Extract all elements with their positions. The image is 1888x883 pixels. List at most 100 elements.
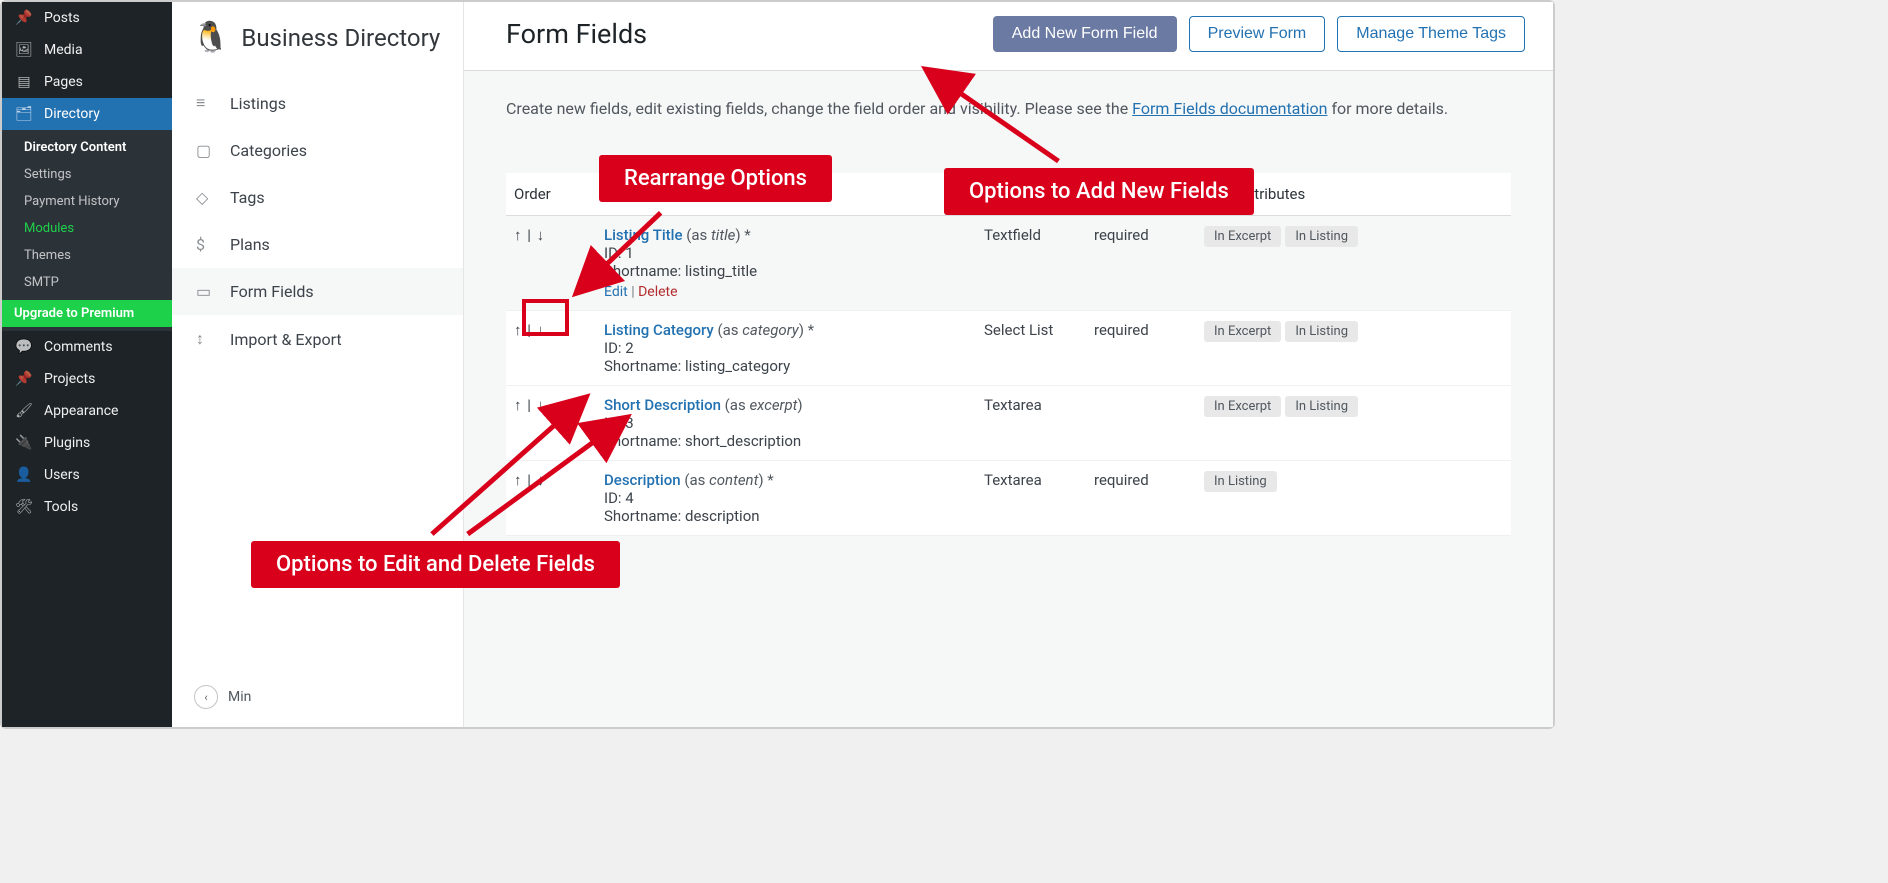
submenu-settings[interactable]: Settings (2, 161, 172, 188)
intro-text: Create new fields, edit existing fields,… (506, 97, 1511, 121)
form-fields-table: Order Label / Association Type Validator… (506, 173, 1511, 536)
attr-badge: In Listing (1285, 396, 1358, 417)
menu-icon: 📌 (14, 371, 34, 387)
submenu-themes[interactable]: Themes (2, 242, 172, 269)
nav-label: Import & Export (230, 330, 342, 349)
nav-icon: ≡ (196, 93, 216, 113)
sidebar-item-label: Comments (44, 339, 113, 355)
nav-icon: ▭ (196, 282, 216, 301)
nav-form-fields[interactable]: ▭Form Fields (172, 268, 463, 315)
order-controls[interactable]: ↑ | ↓ (506, 386, 596, 461)
field-id: ID: 3 (604, 414, 634, 432)
edit-link[interactable]: Edit (604, 284, 628, 300)
sidebar-item-media[interactable]: 🖼 Media (2, 34, 172, 66)
delete-link[interactable]: Delete (638, 284, 677, 300)
submenu-upgrade-to-premium[interactable]: Upgrade to Premium (2, 300, 172, 327)
nav-label: Plans (230, 235, 270, 254)
sidebar-item-projects[interactable]: 📌 Projects (2, 363, 172, 395)
sidebar-item-tools[interactable]: 🛠 Tools (2, 491, 172, 523)
sidebar-item-posts[interactable]: 📌 Posts (2, 2, 172, 34)
form-fields-docs-link[interactable]: Form Fields documentation (1132, 99, 1327, 118)
field-type: Textarea (976, 461, 1086, 536)
order-controls[interactable]: ↑ | ↓ (506, 216, 596, 311)
field-association: (as category) * (717, 321, 814, 339)
field-title-link[interactable]: Description (604, 471, 681, 489)
sidebar-item-comments[interactable]: 💬 Comments (2, 331, 172, 363)
nav-plans[interactable]: $ Plans (172, 221, 463, 268)
main-body: Create new fields, edit existing fields,… (464, 71, 1553, 562)
directory-icon: 🗂 (14, 106, 34, 122)
sidebar-item-directory[interactable]: 🗂 Directory (2, 98, 172, 130)
nav-categories[interactable]: ▢Categories (172, 127, 463, 174)
field-validator: required (1086, 216, 1196, 311)
attr-badge: In Excerpt (1204, 226, 1281, 247)
table-row: ↑ | ↓Listing Category (as category) *ID:… (506, 311, 1511, 386)
submenu-smtp[interactable]: SMTP (2, 269, 172, 296)
plugin-title: Business Directory (241, 24, 440, 52)
order-controls[interactable]: ↑ | ↓ (506, 461, 596, 536)
sidebar-item-label: Users (44, 467, 80, 483)
field-id: ID: 2 (604, 339, 634, 357)
callout-rearrange: Rearrange Options (600, 156, 831, 201)
chevron-left-icon: ‹ (194, 685, 218, 709)
sidebar-item-label: Tools (44, 499, 78, 515)
field-validator (1086, 386, 1196, 461)
submenu-modules[interactable]: Modules (2, 215, 172, 242)
manage-theme-tags-button[interactable]: Manage Theme Tags (1337, 16, 1525, 52)
field-association: (as excerpt) (725, 396, 803, 414)
sidebar-item-label: Projects (44, 371, 95, 387)
nav-label: Categories (230, 141, 307, 160)
sidebar-item-plugins[interactable]: 🔌Plugins (2, 427, 172, 459)
field-label-cell: Short Description (as excerpt) ID: 3Shor… (596, 386, 976, 461)
field-attributes: In ExcerptIn Listing (1196, 386, 1511, 461)
sidebar-item-pages[interactable]: ▤Pages (2, 66, 172, 98)
main-content: Form Fields Add New Form Field Preview F… (464, 2, 1553, 727)
menu-icon: 📌 (14, 10, 34, 26)
sidebar-item-users[interactable]: 👤Users (2, 459, 172, 491)
sidebar-item-appearance[interactable]: 🖌Appearance (2, 395, 172, 427)
field-shortname: Shortname: listing_title (604, 262, 757, 280)
field-title-link[interactable]: Listing Title (604, 226, 683, 244)
field-validator: required (1086, 461, 1196, 536)
field-id: ID: 4 (604, 489, 634, 507)
menu-icon: 💬 (14, 339, 34, 355)
field-label-cell: Listing Category (as category) * ID: 2Sho… (596, 311, 976, 386)
nav-icon: ↕ (196, 329, 216, 349)
field-label-cell: Listing Title (as title) * ID: 1Shortname… (596, 216, 976, 311)
preview-form-button[interactable]: Preview Form (1189, 16, 1326, 52)
col-order: Order (506, 173, 596, 216)
callout-edit-delete: Options to Edit and Delete Fields (252, 542, 619, 587)
attr-badge: In Listing (1285, 321, 1358, 342)
submenu-directory-content[interactable]: Directory Content (2, 134, 172, 161)
sidebar-item-label: Posts (44, 10, 80, 26)
callout-add-new: Options to Add New Fields (945, 169, 1253, 214)
intro-pre: Create new fields, edit existing fields,… (506, 99, 1132, 118)
collapse-menu-button[interactable]: ‹ Min (172, 667, 463, 727)
field-type: Textfield (976, 216, 1086, 311)
nav-label: Tags (230, 188, 265, 207)
field-id: ID: 1 (604, 244, 634, 262)
attr-badge: In Listing (1285, 226, 1358, 247)
redbox-order (522, 299, 569, 336)
nav-import-export[interactable]: ↕ Import & Export (172, 315, 463, 363)
submenu-payment-history[interactable]: Payment History (2, 188, 172, 215)
menu-icon: 🖼 (14, 42, 34, 58)
sidebar-item-label: Media (44, 42, 83, 58)
app-frame: 📌 Posts 🖼 Media ▤Pages 🗂 Directory Directory… (0, 0, 1555, 729)
field-title-link[interactable]: Listing Category (604, 321, 714, 339)
field-title-link[interactable]: Short Description (604, 396, 721, 414)
nav-tags[interactable]: ◇Tags (172, 174, 463, 221)
add-new-form-field-button[interactable]: Add New Form Field (993, 16, 1177, 52)
nav-icon: $ (196, 235, 216, 254)
field-attributes: In ExcerptIn Listing (1196, 311, 1511, 386)
field-shortname: Shortname: description (604, 507, 760, 525)
menu-icon: 🛠 (14, 499, 34, 515)
field-validator: required (1086, 311, 1196, 386)
collapse-label: Min (228, 689, 251, 705)
nav-listings[interactable]: ≡ Listings (172, 79, 463, 127)
field-association: (as title) * (686, 226, 750, 244)
nav-label: Listings (230, 94, 286, 113)
table-row: ↑ | ↓Short Description (as excerpt) ID: … (506, 386, 1511, 461)
row-actions: Edit | Delete (604, 284, 968, 300)
field-shortname: Shortname: listing_category (604, 357, 790, 375)
